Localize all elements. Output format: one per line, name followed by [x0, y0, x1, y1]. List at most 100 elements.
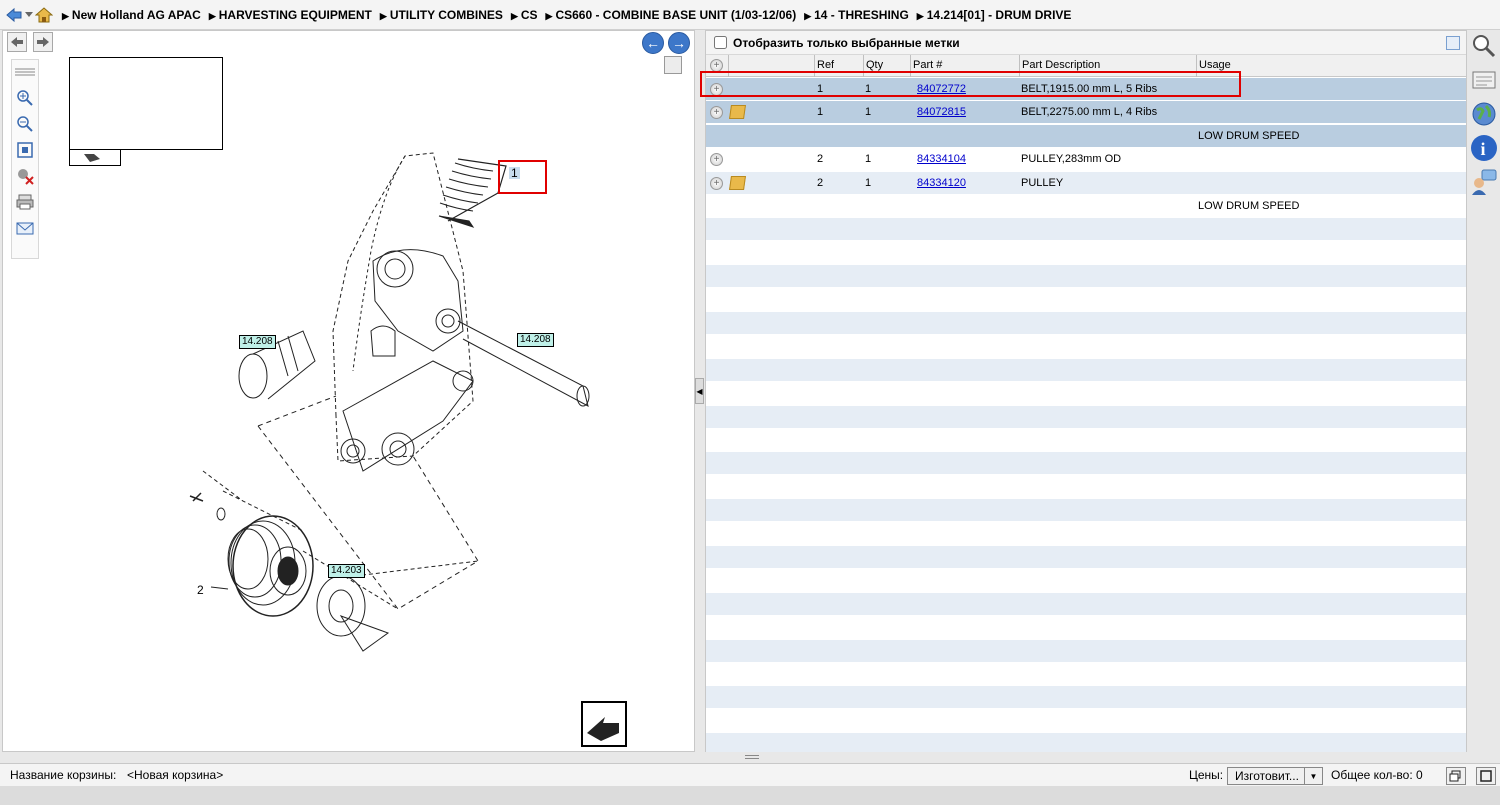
- catalog-icon[interactable]: [1470, 66, 1498, 94]
- table-row[interactable]: [706, 522, 1466, 546]
- table-row[interactable]: [706, 663, 1466, 686]
- part-number-link[interactable]: 84334120: [917, 177, 966, 189]
- expand-row-icon[interactable]: +: [710, 176, 723, 190]
- table-row[interactable]: [706, 358, 1466, 382]
- callout-highlight-box: [498, 160, 547, 194]
- table-row[interactable]: [706, 592, 1466, 616]
- table-row[interactable]: [706, 382, 1466, 406]
- table-row[interactable]: [706, 288, 1466, 312]
- table-row[interactable]: LOW DRUM SPEED: [706, 124, 1466, 148]
- table-row[interactable]: [706, 241, 1466, 265]
- part-number-link[interactable]: 84072815: [917, 106, 966, 118]
- breadcrumb-item[interactable]: HARVESTING EQUIPMENT: [209, 8, 372, 22]
- filter-bar: Отобразить только выбранные метки: [706, 31, 1466, 55]
- manufacturer-price-dropdown[interactable]: Изготовит... ▼: [1227, 767, 1323, 785]
- expand-row-icon[interactable]: +: [710, 106, 723, 120]
- table-row[interactable]: [706, 569, 1466, 593]
- prev-page-icon[interactable]: [7, 32, 27, 52]
- package-icon: [729, 105, 746, 120]
- breadcrumb-item[interactable]: 14.214[01] - DRUM DRIVE: [917, 8, 1072, 22]
- ref-cell: 1: [817, 106, 824, 119]
- table-row[interactable]: LOW DRUM SPEED: [706, 195, 1466, 218]
- next-page-icon[interactable]: [33, 32, 53, 52]
- table-row[interactable]: [706, 312, 1466, 335]
- print-icon[interactable]: [15, 192, 35, 212]
- table-row[interactable]: [706, 218, 1466, 242]
- table-row[interactable]: +2 1 84334120 PULLEY: [706, 171, 1466, 195]
- right-sidebar: i: [1468, 30, 1500, 220]
- qty-cell: 1: [865, 176, 872, 189]
- show-selected-only-label: Отобразить только выбранные метки: [733, 35, 960, 50]
- table-row[interactable]: [706, 639, 1466, 663]
- columns-config-icon[interactable]: [1446, 36, 1460, 50]
- maximize-diagram-button[interactable]: [664, 56, 682, 74]
- export-diagram-button[interactable]: [581, 701, 627, 747]
- chevron-down-icon[interactable]: ▼: [1304, 768, 1322, 784]
- next-diagram-button[interactable]: →: [668, 32, 690, 54]
- reference-tag[interactable]: 14.208: [517, 333, 554, 347]
- collapse-panel-button[interactable]: ◀: [695, 378, 704, 404]
- restore-window-button[interactable]: [1446, 767, 1466, 785]
- thumbnail-tab[interactable]: [69, 150, 121, 166]
- show-selected-only-checkbox[interactable]: [714, 36, 727, 49]
- back-arrow-icon[interactable]: [4, 5, 24, 25]
- previous-diagram-button[interactable]: ←: [642, 32, 664, 54]
- svg-text:i: i: [1481, 139, 1486, 159]
- email-icon[interactable]: [15, 218, 35, 238]
- breadcrumb-item[interactable]: UTILITY COMBINES: [380, 8, 503, 22]
- reference-tag[interactable]: 14.203: [328, 564, 365, 578]
- maximize-window-button[interactable]: [1476, 767, 1496, 785]
- qty-cell: 1: [865, 106, 872, 119]
- horizontal-splitter[interactable]: [0, 752, 1500, 763]
- zoom-in-icon[interactable]: [15, 88, 35, 108]
- manufacturer-price-value: Изготовит...: [1235, 769, 1299, 783]
- table-row[interactable]: [706, 452, 1466, 476]
- total-quantity: Общее кол-во: 0: [1331, 768, 1423, 782]
- expand-row-icon[interactable]: +: [710, 153, 723, 167]
- parts-list-panel: Отобразить только выбранные метки + Ref …: [705, 30, 1467, 757]
- clear-zoom-icon[interactable]: [15, 166, 35, 186]
- diagram-thumbnail[interactable]: [69, 57, 223, 150]
- table-row[interactable]: [706, 616, 1466, 640]
- bottom-strip: [0, 786, 1500, 805]
- description-cell: BELT,2275.00 mm L, 4 Ribs: [1021, 106, 1158, 119]
- table-row[interactable]: [706, 265, 1466, 289]
- usage-cell: LOW DRUM SPEED: [1198, 200, 1300, 212]
- status-bar: Название корзины: <Новая корзина> Цены: …: [0, 763, 1500, 786]
- reference-tag[interactable]: 14.208: [239, 335, 276, 349]
- table-row[interactable]: [706, 499, 1466, 523]
- breadcrumb-item[interactable]: 14 - THRESHING: [804, 8, 909, 22]
- home-icon[interactable]: [34, 5, 54, 25]
- qty-cell: 1: [865, 153, 872, 166]
- description-cell: PULLEY,283mm OD: [1021, 153, 1122, 166]
- prices-label: Цены:: [1189, 768, 1224, 782]
- table-row[interactable]: [706, 686, 1466, 710]
- table-row[interactable]: [706, 429, 1466, 452]
- part-number-link[interactable]: 84334104: [917, 153, 966, 165]
- dropdown-arrow-icon[interactable]: [24, 5, 34, 25]
- breadcrumb-item[interactable]: CS: [511, 8, 538, 22]
- info-icon[interactable]: i: [1470, 134, 1498, 162]
- zoom-toolbar: [11, 59, 39, 259]
- table-row[interactable]: [706, 475, 1466, 499]
- table-row[interactable]: +1 1 84072815 BELT,2275.00 mm L, 4 Ribs: [706, 101, 1466, 125]
- breadcrumb-item[interactable]: CS660 - COMBINE BASE UNIT (1/03-12/06): [546, 8, 796, 22]
- table-row[interactable]: [706, 546, 1466, 569]
- cart-name-label: Название корзины:: [10, 768, 117, 782]
- grip-icon[interactable]: [15, 62, 35, 82]
- search-icon[interactable]: [1470, 32, 1498, 60]
- callout-2: 2: [197, 583, 204, 597]
- table-row[interactable]: [706, 709, 1466, 733]
- cart-name-value[interactable]: <Новая корзина>: [127, 768, 223, 782]
- table-row[interactable]: [706, 405, 1466, 429]
- package-icon: [729, 175, 746, 190]
- support-chat-icon[interactable]: [1470, 168, 1498, 196]
- fit-to-window-icon[interactable]: [15, 140, 35, 160]
- zoom-out-icon[interactable]: [15, 114, 35, 134]
- table-row[interactable]: +2 1 84334104 PULLEY,283mm OD: [706, 148, 1466, 172]
- highlight-box: [700, 71, 1241, 97]
- table-row[interactable]: [706, 335, 1466, 359]
- breadcrumb-item[interactable]: New Holland AG APAC: [62, 8, 201, 22]
- ref-cell: 2: [817, 153, 824, 166]
- globe-icon[interactable]: [1470, 100, 1498, 128]
